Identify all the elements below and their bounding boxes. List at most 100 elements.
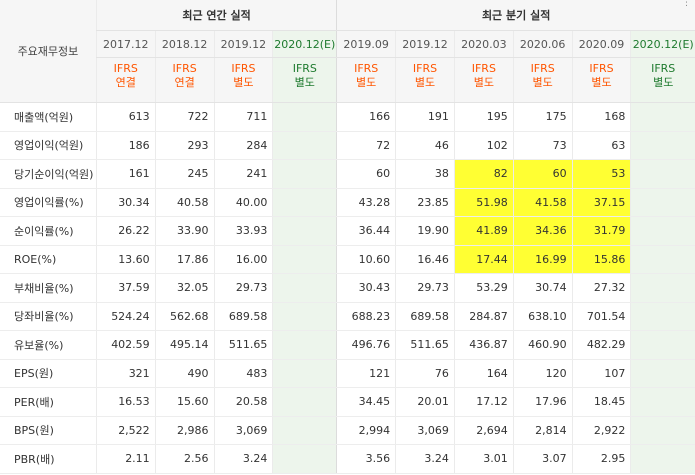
cell-value: 63: [611, 138, 626, 152]
cell-value: 72: [376, 138, 391, 152]
basis-label: 별도: [653, 76, 674, 89]
value-cell: 701.54: [571, 302, 631, 331]
value-cell: 17.12: [453, 387, 514, 417]
cell-value: 37.15: [593, 195, 626, 209]
value-cell: 3,069: [213, 416, 273, 445]
value-cell: [630, 187, 695, 217]
cell-value: 27.32: [593, 281, 626, 295]
value-cell: 51.98: [453, 187, 514, 217]
cell-value: 524.24: [111, 309, 150, 323]
cell-value: 3,069: [417, 423, 449, 437]
value-cell: 164: [453, 358, 514, 388]
basis-label: 별도: [591, 76, 612, 89]
cell-value: 2,994: [358, 423, 391, 437]
cell-value: 689.58: [410, 309, 449, 323]
value-cell: [272, 330, 337, 360]
value-cell: 3.07: [512, 444, 573, 474]
value-cell: 490: [154, 358, 215, 388]
value-cell: 293: [154, 131, 215, 160]
cell-value: 701.54: [586, 309, 626, 323]
value-cell: 284.87: [453, 302, 514, 331]
cell-value: 33.90: [177, 224, 209, 238]
cell-value: 241: [246, 167, 268, 181]
value-cell: 17.96: [512, 387, 573, 417]
value-cell: 16.00: [213, 245, 273, 274]
cell-value: 53.29: [476, 281, 508, 295]
value-cell: 107: [571, 358, 631, 388]
cell-value: 688.23: [351, 309, 391, 323]
period-header: 2020.03: [453, 30, 514, 58]
cell-value: 3,069: [235, 423, 268, 437]
value-cell: 2.11: [95, 444, 156, 474]
ifrs-basis-header: IFRS 별도: [395, 57, 455, 103]
value-cell: [630, 159, 695, 189]
basis-label: 별도: [294, 76, 315, 89]
value-cell: 638.10: [512, 302, 573, 331]
ifrs-label: IFRS: [172, 62, 197, 75]
cell-value: 76: [434, 366, 449, 380]
period-header: 2020.12(E): [630, 30, 695, 58]
basis-label: 별도: [356, 76, 377, 89]
value-cell: 17.44: [453, 245, 514, 274]
cell-value: 13.60: [118, 252, 150, 266]
value-cell: 19.90: [395, 216, 455, 246]
table-row: BPS(원) 2,522 2,986 3,069 2,994 3,069 2,694 2,81…: [0, 416, 695, 445]
table-row: 당좌비율(%) 524.24 562.68 689.58 688.23 689.58 284…: [0, 302, 695, 331]
cell-value: 16.99: [535, 252, 567, 266]
cell-value: 15.60: [177, 395, 209, 409]
value-cell: 3,069: [395, 416, 455, 445]
cell-value: 43.28: [358, 195, 391, 209]
cell-value: 53: [611, 167, 626, 181]
value-cell: 37.15: [571, 187, 631, 217]
cell-value: 3.07: [542, 452, 567, 466]
value-cell: 460.90: [512, 330, 573, 360]
cell-value: 17.86: [177, 252, 209, 266]
value-cell: [272, 302, 337, 331]
period-header: 2019.12: [395, 30, 455, 58]
value-cell: 245: [154, 159, 215, 189]
value-cell: 41.89: [453, 216, 514, 246]
more-dots-icon: ⋮: [682, 0, 691, 8]
value-cell: 23.85: [395, 187, 455, 217]
value-cell: 241: [213, 159, 273, 189]
value-cell: 711: [213, 102, 273, 132]
cell-value: 40.58: [177, 195, 209, 209]
cell-value: 121: [369, 366, 391, 380]
value-cell: 2.56: [154, 444, 215, 474]
ifrs-label: IFRS: [231, 62, 256, 75]
financial-summary-panel: ⋮ 주요재무정보 최근 연간 실적 최근 분기 실적 2017.12 2018.1…: [0, 0, 695, 475]
value-cell: 613: [95, 102, 156, 132]
value-cell: 284: [213, 131, 273, 160]
table-row: 순이익률(%) 26.22 33.90 33.93 36.44 19.90 41.89 34.…: [0, 216, 695, 246]
value-cell: [630, 216, 695, 246]
cell-value: 120: [545, 366, 567, 380]
table-row: PER(배) 16.53 15.60 20.58 34.45 20.01 17.12 17.9…: [0, 387, 695, 417]
cell-value: 3.56: [365, 452, 391, 466]
cell-value: 102: [486, 138, 508, 152]
value-cell: 60: [336, 159, 396, 189]
cell-value: 16.46: [417, 252, 449, 266]
cell-value: 19.90: [417, 224, 449, 238]
cell-value: 168: [604, 110, 626, 124]
value-cell: [630, 387, 695, 417]
cell-value: 30.74: [535, 281, 567, 295]
cell-value: 460.90: [528, 338, 567, 352]
value-cell: 2.95: [571, 444, 631, 474]
value-cell: [272, 273, 337, 303]
cell-value: 483: [246, 366, 268, 380]
cell-value: 16.00: [235, 252, 268, 266]
basis-label: 별도: [532, 76, 553, 89]
row-label: PBR(배): [0, 444, 97, 474]
basis-label: 별도: [473, 76, 494, 89]
value-cell: 511.65: [395, 330, 455, 360]
cell-value: 31.79: [593, 224, 626, 238]
cell-value: 482.29: [586, 338, 626, 352]
ifrs-label: IFRS: [471, 62, 496, 75]
cell-value: 2,522: [118, 423, 150, 437]
cell-value: 37.59: [118, 281, 150, 295]
value-cell: 321: [95, 358, 156, 388]
value-cell: [630, 444, 695, 474]
ifrs-label: IFRS: [292, 62, 317, 75]
cell-value: 16.53: [118, 395, 150, 409]
cell-value: 82: [493, 167, 508, 181]
